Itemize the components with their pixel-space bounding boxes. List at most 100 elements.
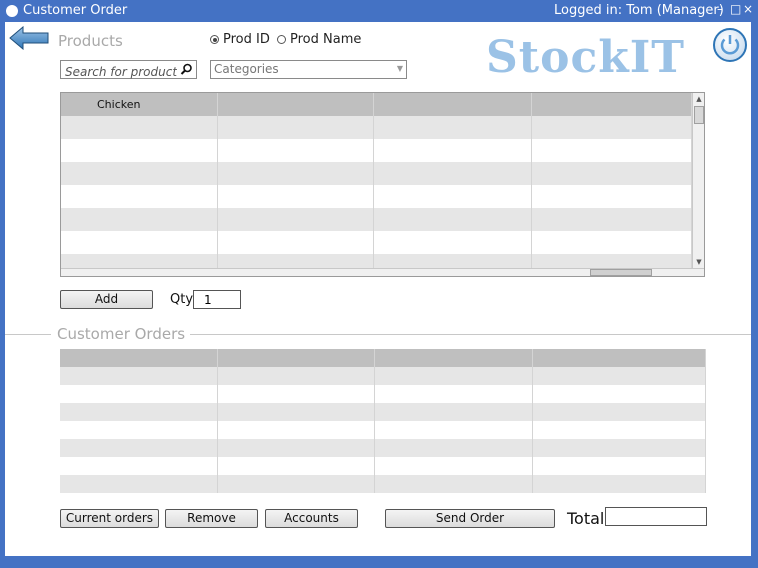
scroll-down-icon[interactable]: ▼ (694, 256, 704, 268)
table-cell[interactable] (61, 139, 218, 162)
table-cell[interactable] (533, 439, 706, 457)
minimize-button[interactable]: – (717, 1, 723, 17)
products-column-header[interactable]: Chicken (61, 93, 218, 116)
products-vertical-scrollbar[interactable]: ▲ ▼ (692, 93, 704, 268)
table-cell[interactable] (375, 403, 533, 421)
table-cell[interactable] (218, 139, 374, 162)
search-box[interactable] (60, 60, 197, 80)
table-cell[interactable] (532, 208, 692, 231)
table-row[interactable] (61, 116, 692, 139)
table-row[interactable] (60, 439, 706, 457)
table-cell[interactable] (60, 385, 218, 403)
categories-dropdown[interactable]: Categories ▼ (210, 60, 407, 79)
table-cell[interactable] (374, 185, 532, 208)
table-row[interactable] (60, 475, 706, 493)
orders-column-header[interactable] (375, 349, 533, 367)
table-row[interactable] (61, 185, 692, 208)
scroll-left-icon[interactable] (65, 271, 87, 274)
table-cell[interactable] (61, 185, 218, 208)
table-cell[interactable] (533, 421, 706, 439)
table-cell[interactable] (532, 139, 692, 162)
table-row[interactable] (61, 208, 692, 231)
table-cell[interactable] (61, 208, 218, 231)
table-cell[interactable] (375, 475, 533, 493)
scroll-right-icon[interactable] (674, 271, 696, 274)
table-cell[interactable] (533, 385, 706, 403)
accounts-button[interactable]: Accounts (265, 509, 358, 528)
table-cell[interactable] (218, 457, 375, 475)
radio-prod-id-indicator[interactable] (210, 35, 219, 44)
table-cell[interactable] (60, 421, 218, 439)
orders-column-header[interactable] (218, 349, 375, 367)
table-cell[interactable] (218, 421, 375, 439)
table-cell[interactable] (374, 116, 532, 139)
table-cell[interactable] (60, 439, 218, 457)
table-cell[interactable] (218, 475, 375, 493)
table-cell[interactable] (60, 475, 218, 493)
close-button[interactable]: × (743, 1, 753, 17)
table-cell[interactable] (374, 139, 532, 162)
table-cell[interactable] (61, 162, 218, 185)
table-cell[interactable] (533, 403, 706, 421)
table-row[interactable] (60, 421, 706, 439)
remove-button[interactable]: Remove (165, 509, 258, 528)
table-row[interactable] (60, 367, 706, 385)
table-cell[interactable] (532, 116, 692, 139)
table-row[interactable] (60, 403, 706, 421)
table-cell[interactable] (532, 162, 692, 185)
table-cell[interactable] (533, 475, 706, 493)
table-row[interactable] (61, 231, 692, 254)
products-column-header[interactable] (374, 93, 532, 116)
vertical-scroll-thumb[interactable] (694, 106, 704, 124)
send-order-button[interactable]: Send Order (385, 509, 555, 528)
table-cell[interactable] (218, 185, 374, 208)
table-cell[interactable] (218, 208, 374, 231)
products-column-header[interactable] (218, 93, 374, 116)
table-cell[interactable] (61, 116, 218, 139)
table-row[interactable] (61, 162, 692, 185)
table-row[interactable] (60, 385, 706, 403)
scroll-up-icon[interactable]: ▲ (694, 93, 704, 105)
table-row[interactable] (60, 457, 706, 475)
table-cell[interactable] (218, 439, 375, 457)
table-cell[interactable] (60, 403, 218, 421)
table-cell[interactable] (375, 367, 533, 385)
table-cell[interactable] (218, 403, 375, 421)
table-cell[interactable] (533, 367, 706, 385)
table-cell[interactable] (533, 457, 706, 475)
chevron-down-icon[interactable]: ▼ (397, 64, 403, 73)
table-cell[interactable] (218, 116, 374, 139)
table-cell[interactable] (532, 185, 692, 208)
maximize-button[interactable]: □ (730, 1, 741, 17)
products-horizontal-scrollbar[interactable] (61, 268, 704, 276)
table-row[interactable] (61, 139, 692, 162)
customer-orders-table[interactable] (60, 349, 706, 494)
add-button[interactable]: Add (60, 290, 153, 309)
total-input[interactable] (605, 507, 707, 526)
table-cell[interactable] (60, 367, 218, 385)
table-cell[interactable] (218, 385, 375, 403)
radio-prod-name-indicator[interactable] (277, 35, 286, 44)
back-arrow-icon[interactable] (9, 26, 49, 50)
table-cell[interactable] (375, 439, 533, 457)
table-cell[interactable] (375, 421, 533, 439)
table-cell[interactable] (374, 208, 532, 231)
table-cell[interactable] (60, 457, 218, 475)
products-table[interactable]: Chicken ▲ ▼ (60, 92, 705, 277)
table-cell[interactable] (61, 231, 218, 254)
power-icon[interactable] (712, 27, 748, 63)
table-cell[interactable] (375, 385, 533, 403)
radio-prod-id[interactable]: Prod ID (210, 32, 270, 47)
table-cell[interactable] (218, 162, 374, 185)
search-input[interactable] (65, 64, 177, 80)
orders-column-header[interactable] (533, 349, 706, 367)
table-cell[interactable] (532, 231, 692, 254)
products-column-header[interactable] (532, 93, 692, 116)
radio-prod-name[interactable]: Prod Name (277, 32, 361, 47)
current-orders-button[interactable]: Current orders (60, 509, 159, 528)
qty-input[interactable] (193, 290, 241, 309)
table-cell[interactable] (375, 457, 533, 475)
table-cell[interactable] (374, 231, 532, 254)
table-cell[interactable] (374, 162, 532, 185)
horizontal-scroll-thumb[interactable] (590, 269, 652, 276)
